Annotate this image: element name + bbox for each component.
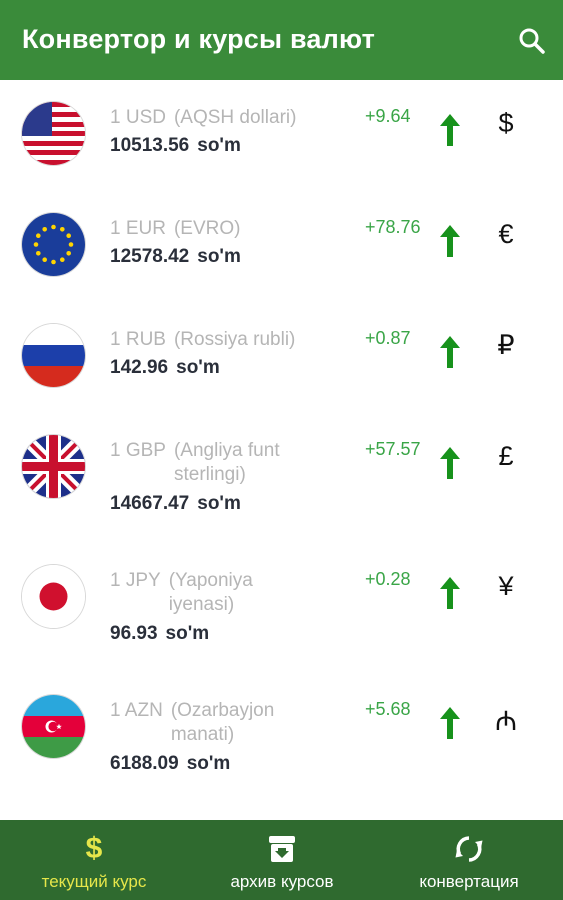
arrow-up-icon [439, 447, 461, 479]
exchange-rate: 14667.47 so'm [110, 493, 241, 515]
rate-value: 142.96 [110, 357, 169, 378]
az-flag-icon [22, 695, 85, 758]
currency-symbol: ₼ [495, 706, 517, 736]
exchange-rate: 6188.09 so'm [110, 753, 230, 775]
currency-row-eur[interactable]: 1 EUR (EVRO) 12578.42 so'm +78.76 € [0, 191, 563, 302]
arrow-up-icon [439, 336, 461, 368]
currency-symbol: $ [498, 108, 514, 138]
exchange-rate: 96.93 so'm [110, 623, 209, 645]
rate-change: +0.28 [365, 569, 411, 589]
tab-label: архив курсов [230, 872, 334, 891]
currency-name: 1 JPY (Yaponiya iyenasi) [110, 569, 335, 617]
bottom-navigation: $ текущий курс архив курсов конвертация [0, 820, 563, 900]
currency-row-usd[interactable]: 1 USD (AQSH dollari) 10513.56 so'm +9.64 $ [0, 80, 563, 191]
exchange-rate: 142.96 so'm [110, 357, 220, 379]
archive-icon [267, 834, 297, 864]
rate-change: +9.64 [365, 106, 411, 126]
currency-list: 1 USD (AQSH dollari) 10513.56 so'm +9.64 $ [0, 80, 563, 803]
currency-full-name: (AQSH dollari) [173, 107, 297, 128]
jp-flag-icon [22, 565, 85, 628]
currency-code: 1 AZN [110, 700, 163, 721]
rate-unit: so'm [197, 493, 241, 514]
tab-convert[interactable]: конвертация [375, 820, 563, 900]
currency-name: 1 AZN (Ozarbayjon manati) [110, 699, 335, 747]
rate-unit: so'm [197, 135, 241, 156]
gb-flag-icon [22, 435, 85, 498]
exchange-rate: 10513.56 so'm [110, 135, 241, 157]
arrow-up-icon [439, 114, 461, 146]
currency-full-name: (Ozarbayjon manati) [170, 700, 275, 745]
currency-symbol: £ [498, 441, 514, 471]
rate-value: 10513.56 [110, 135, 190, 156]
currency-name: 1 USD (AQSH dollari) [110, 106, 335, 130]
currency-full-name: (EVRO) [173, 218, 241, 239]
rate-unit: so'm [165, 623, 210, 644]
tab-current-rate[interactable]: $ текущий курс [0, 820, 188, 900]
currency-row-gbp[interactable]: 1 GBP (Angliya funt sterlingi) 14667.47 so… [0, 413, 563, 543]
currency-code: 1 EUR [110, 218, 166, 239]
dollar-icon: $ [85, 832, 103, 865]
currency-code: 1 JPY [110, 570, 161, 591]
ru-flag-icon [22, 324, 85, 387]
tab-label: конвертация [419, 872, 519, 891]
rate-change: +57.57 [365, 439, 421, 459]
rate-unit: so'm [176, 357, 220, 378]
currency-row-rub[interactable]: 1 RUB (Rossiya rubli) 142.96 so'm +0.87 ₽ [0, 302, 563, 413]
rate-value: 14667.47 [110, 493, 190, 514]
currency-code: 1 USD [110, 107, 166, 128]
rate-unit: so'm [197, 246, 241, 267]
exchange-rate: 12578.42 so'm [110, 246, 241, 268]
rate-value: 96.93 [110, 623, 158, 644]
rate-value: 12578.42 [110, 246, 190, 267]
rate-unit: so'm [186, 753, 231, 774]
currency-code: 1 RUB [110, 329, 166, 350]
eu-flag-icon [22, 213, 85, 276]
rate-change: +78.76 [365, 217, 421, 237]
app-bar: Конвертор и курсы валют [0, 0, 563, 80]
currency-symbol: ¥ [498, 571, 514, 601]
currency-row-jpy[interactable]: 1 JPY (Yaponiya iyenasi) 96.93 so'm +0.28 … [0, 543, 563, 673]
search-icon[interactable] [517, 26, 547, 56]
currency-full-name: (Angliya funt sterlingi) [173, 440, 280, 485]
arrow-up-icon [439, 707, 461, 739]
currency-name: 1 EUR (EVRO) [110, 217, 335, 241]
us-flag-icon [22, 102, 85, 165]
tab-label: текущий курс [41, 872, 147, 891]
rate-change: +0.87 [365, 328, 411, 348]
currency-name: 1 RUB (Rossiya rubli) [110, 328, 335, 352]
arrow-up-icon [439, 225, 461, 257]
currency-symbol: ₽ [497, 330, 515, 360]
currency-full-name: (Yaponiya iyenasi) [168, 570, 253, 615]
rate-value: 6188.09 [110, 753, 179, 774]
sync-icon [454, 834, 484, 864]
tab-archive[interactable]: архив курсов [188, 820, 376, 900]
arrow-up-icon [439, 577, 461, 609]
currency-row-azn[interactable]: 1 AZN (Ozarbayjon manati) 6188.09 so'm +5.… [0, 673, 563, 803]
rate-change: +5.68 [365, 699, 411, 719]
currency-full-name: (Rossiya rubli) [173, 329, 296, 350]
currency-symbol: € [498, 219, 514, 249]
page-title: Конвертор и курсы валют [22, 24, 375, 54]
currency-name: 1 GBP (Angliya funt sterlingi) [110, 439, 335, 487]
currency-code: 1 GBP [110, 440, 166, 461]
